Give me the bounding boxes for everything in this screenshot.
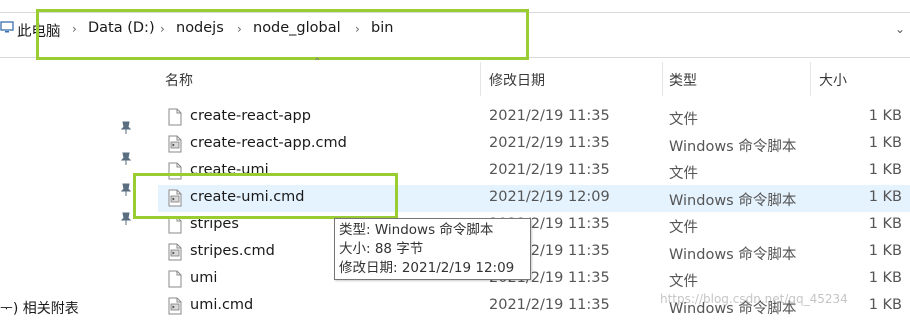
breadcrumb-separator: › (355, 22, 360, 36)
address-history-dropdown[interactable]: ⌄ (895, 22, 905, 36)
file-icon (168, 270, 182, 288)
breadcrumb-nodejs[interactable]: nodejs (176, 20, 224, 36)
file-type: Windows 命令脚本 (669, 139, 797, 155)
file-name: create-umi.cmd (190, 189, 305, 205)
column-header-size[interactable]: 大小 (819, 70, 847, 90)
nav-item-related-tables[interactable]: ᅮ) 相关附表 (0, 298, 79, 318)
file-modified-date: 2021/2/19 11:35 (489, 297, 610, 313)
file-row[interactable]: stripes.cmd 2021/2/19 11:35 Windows 命令脚本 1 … (158, 239, 910, 266)
file-size: 1 KB (868, 270, 902, 286)
breadcrumb-separator: › (72, 22, 77, 36)
column-header-type[interactable]: 类型 (669, 70, 697, 90)
breadcrumb-this-pc[interactable]: 此电脑 (17, 20, 61, 41)
column-divider[interactable] (662, 62, 663, 96)
file-info-tooltip: 类型: Windows 命令脚本 大小: 88 字节 修改日期: 2021/2/… (334, 218, 531, 280)
column-divider[interactable] (480, 62, 481, 96)
breadcrumb-bin[interactable]: bin (371, 20, 393, 36)
breadcrumb-separator: › (160, 22, 165, 36)
file-name: create-umi (190, 162, 269, 178)
file-icon (168, 108, 182, 126)
pin-icon[interactable] (118, 182, 134, 198)
watermark: https://blog.csdn.net/qq_45234 (660, 292, 848, 306)
pin-icon[interactable] (118, 211, 134, 227)
cmd-file-icon (168, 189, 182, 207)
pin-icon[interactable] (118, 151, 134, 167)
file-name: stripes.cmd (190, 243, 275, 259)
file-row[interactable]: create-umi 2021/2/19 11:35 文件 1 KB (158, 158, 910, 185)
file-name: umi (190, 270, 218, 286)
column-divider[interactable] (810, 62, 811, 96)
file-size: 1 KB (868, 108, 902, 124)
pin-icon[interactable] (118, 120, 134, 136)
file-modified-date: 2021/2/19 11:35 (489, 162, 610, 178)
file-size: 1 KB (868, 216, 902, 232)
breadcrumb-node-global[interactable]: node_global (253, 20, 341, 36)
file-row[interactable]: umi 2021/2/19 11:35 文件 1 KB (158, 266, 910, 293)
file-row[interactable]: create-umi.cmd 2021/2/19 12:09 Windows 命令脚… (158, 185, 910, 212)
tooltip-size: 大小: 88 字节 (339, 241, 424, 257)
tooltip-modified-date: 修改日期: 2021/2/19 12:09 (339, 260, 515, 276)
file-name: stripes (190, 216, 239, 232)
file-modified-date: 2021/2/19 12:09 (489, 189, 610, 205)
file-modified-date: 2021/2/19 11:35 (489, 108, 610, 124)
file-type: Windows 命令脚本 (669, 247, 797, 263)
file-size: 1 KB (868, 189, 902, 205)
file-modified-date: 2021/2/19 11:35 (489, 135, 610, 151)
file-type: Windows 命令脚本 (669, 193, 797, 209)
file-size: 1 KB (868, 162, 902, 178)
cmd-file-icon (168, 297, 182, 315)
cmd-file-icon (168, 243, 182, 261)
file-type: 文件 (669, 166, 698, 182)
sort-ascending-icon: ⌃ (313, 57, 322, 68)
file-row[interactable]: stripes 2021/2/19 11:35 文件 1 KB (158, 212, 910, 239)
file-name: umi.cmd (190, 297, 254, 313)
file-row[interactable]: create-react-app.cmd 2021/2/19 11:35 Windo… (158, 131, 910, 158)
breadcrumb-separator: › (237, 22, 242, 36)
column-header-name[interactable]: 名称 (165, 70, 193, 90)
file-name: create-react-app (190, 108, 311, 124)
breadcrumb-data-drive[interactable]: Data (D:) (88, 20, 155, 36)
file-icon (168, 162, 182, 180)
file-size: 1 KB (868, 243, 902, 259)
file-size: 1 KB (868, 297, 902, 313)
file-type: 文件 (669, 220, 698, 236)
file-type: 文件 (669, 274, 698, 290)
file-icon (168, 216, 182, 234)
column-header-date[interactable]: 修改日期 (489, 70, 545, 90)
tooltip-type: 类型: Windows 命令脚本 (339, 222, 494, 238)
file-size: 1 KB (868, 135, 902, 151)
file-name: create-react-app.cmd (190, 135, 347, 151)
computer-icon (0, 21, 14, 33)
cmd-file-icon (168, 135, 182, 153)
file-row[interactable]: create-react-app 2021/2/19 11:35 文件 1 KB (158, 104, 910, 131)
file-type: 文件 (669, 112, 698, 128)
